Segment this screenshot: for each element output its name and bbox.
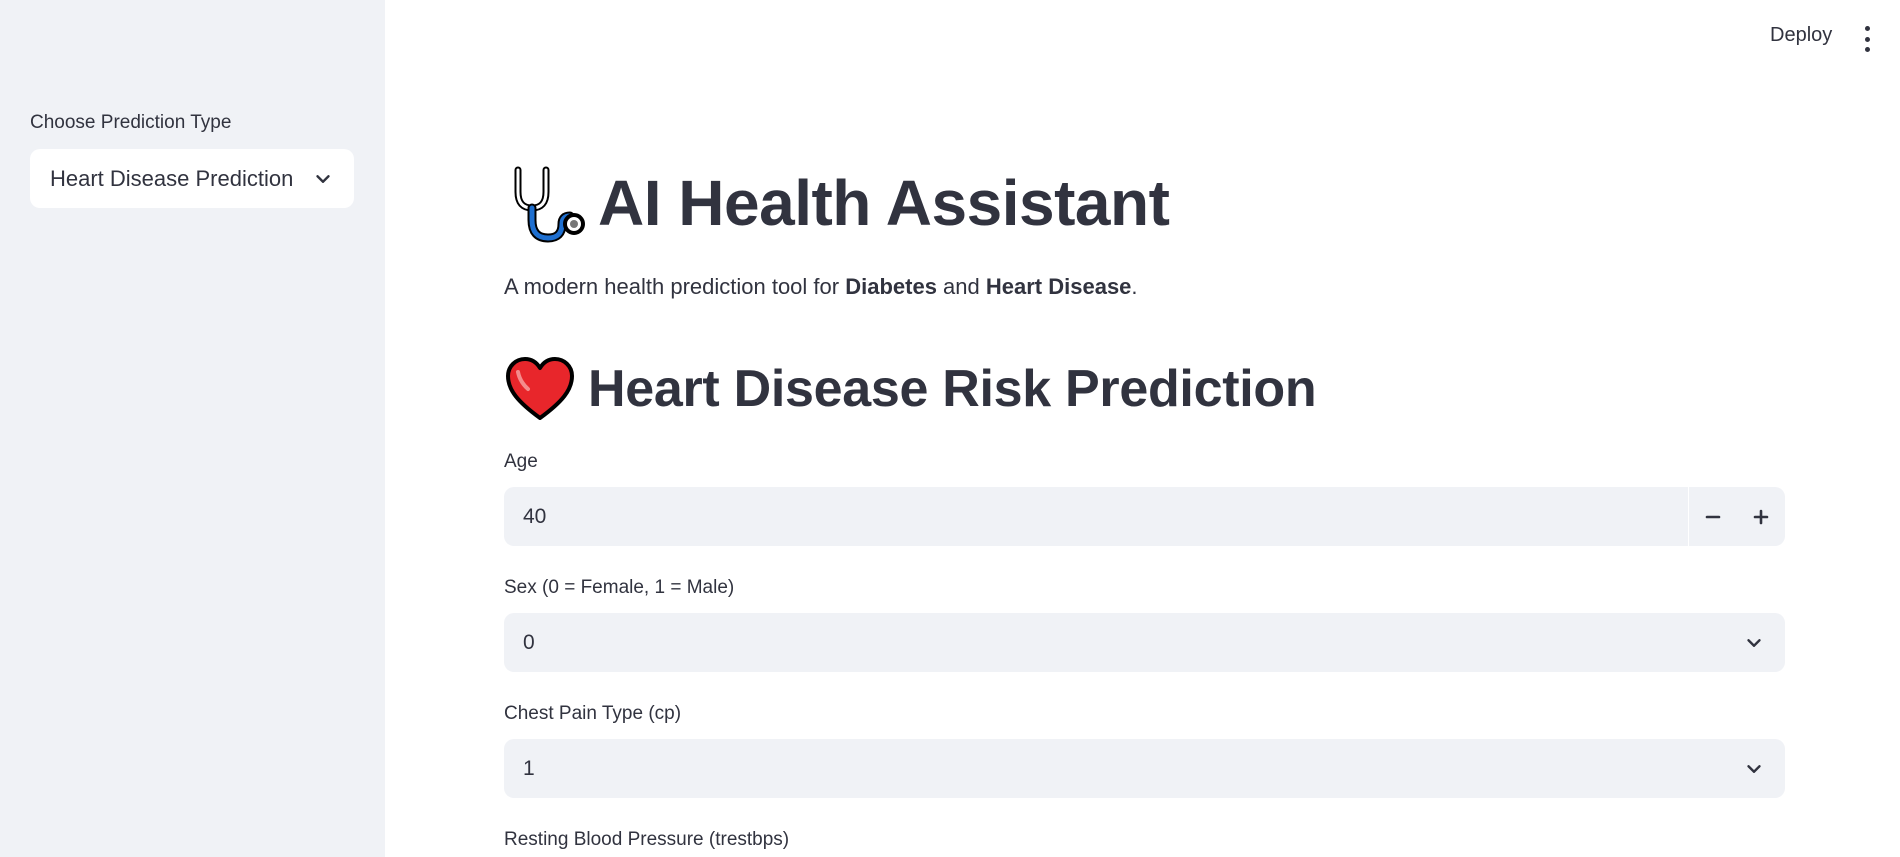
sex-select[interactable]: 0 xyxy=(504,613,1785,672)
sex-value: 0 xyxy=(523,630,535,654)
deploy-button[interactable]: Deploy xyxy=(1770,24,1832,47)
decrement-button[interactable] xyxy=(1689,487,1737,546)
minus-icon xyxy=(1705,515,1721,518)
age-input[interactable]: 40 xyxy=(504,505,1688,529)
page-header: AI Health Assistant xyxy=(504,160,1170,246)
increment-button[interactable] xyxy=(1737,487,1785,546)
chevron-down-icon xyxy=(1747,764,1761,773)
section-header: Heart Disease Risk Prediction xyxy=(504,356,1317,422)
cp-label: Chest Pain Type (cp) xyxy=(504,703,682,724)
intro-text: A modern health prediction tool for Diab… xyxy=(504,274,1138,299)
sidebar: Choose Prediction Type Heart Disease Pre… xyxy=(0,0,385,857)
heart-disease-highlight: Heart Disease xyxy=(985,274,1132,299)
cp-select[interactable]: 1 xyxy=(504,739,1785,798)
plus-icon xyxy=(1753,509,1769,524)
prediction-type-select[interactable]: Heart Disease Prediction xyxy=(30,149,354,208)
stethoscope-icon xyxy=(514,166,585,243)
chevron-down-icon xyxy=(316,174,330,183)
prediction-type-label: Choose Prediction Type xyxy=(30,112,232,133)
cp-value: 1 xyxy=(523,756,535,780)
age-label: Age xyxy=(504,451,538,472)
prediction-type-value: Heart Disease Prediction xyxy=(50,165,294,191)
sex-label: Sex (0 = Female, 1 = Male) xyxy=(504,577,735,598)
heart-icon xyxy=(506,357,574,420)
trestbps-label: Resting Blood Pressure (trestbps) xyxy=(504,829,790,850)
chevron-down-icon xyxy=(1747,638,1761,647)
age-stepper: 40 xyxy=(504,487,1785,546)
section-title: Heart Disease Risk Prediction xyxy=(588,360,1317,418)
diabetes-highlight: Diabetes xyxy=(845,274,937,299)
page-title: AI Health Assistant xyxy=(598,167,1170,239)
more-options-icon[interactable] xyxy=(1861,26,1873,52)
